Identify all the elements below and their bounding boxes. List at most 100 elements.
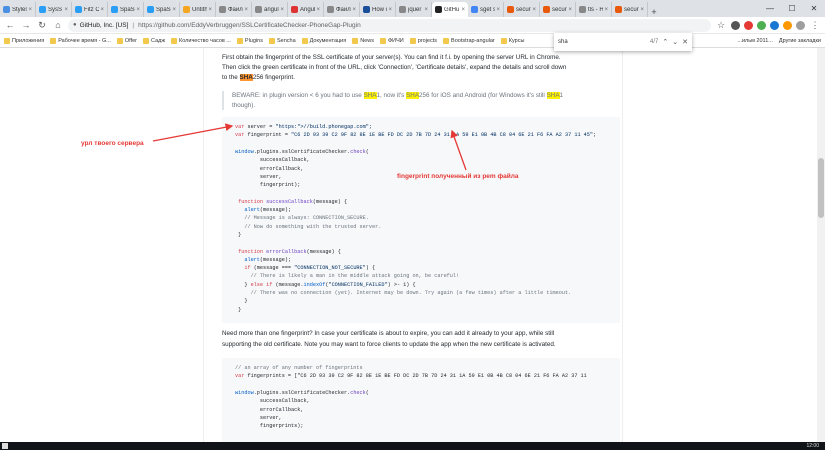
browser-tab[interactable]: Файл × [216, 2, 252, 17]
tab-title: Fitz C [84, 6, 100, 13]
home-button[interactable]: ⌂ [52, 19, 64, 31]
bookmark-item[interactable]: Sencha [268, 37, 296, 44]
profile-avatar[interactable] [796, 20, 805, 30]
bookmark-item[interactable]: projects [409, 37, 437, 44]
folder-icon [380, 37, 386, 44]
tab-favicon-icon [615, 6, 622, 13]
back-button[interactable]: ← [4, 19, 16, 31]
tab-title: securi [552, 6, 568, 13]
bookmark-label: Plugins [244, 37, 263, 44]
tab-close-icon[interactable]: × [100, 7, 104, 13]
find-next-icon[interactable]: ⌄ [672, 38, 678, 46]
window-controls: — ☐ ✕ [759, 0, 825, 17]
tab-favicon-icon [363, 6, 370, 13]
browser-tab[interactable]: securi × [504, 2, 540, 17]
browser-tab[interactable]: jquer × [396, 2, 432, 17]
tab-close-icon[interactable]: × [244, 7, 248, 13]
bookmark-item[interactable]: ФИЧИ [380, 37, 404, 44]
folder-icon [301, 37, 308, 44]
bookmark-item[interactable]: Курсы [500, 37, 524, 44]
browser-tab[interactable]: sget s × [468, 2, 504, 17]
tab-close-icon[interactable]: × [64, 7, 68, 13]
tab-close-icon[interactable]: × [280, 7, 284, 13]
bookmark-star-icon[interactable]: ☆ [715, 19, 727, 31]
maximize-button[interactable]: ☐ [781, 0, 803, 17]
browser-tab[interactable]: GitHu × [432, 2, 468, 17]
bookmark-item[interactable]: Offer [116, 37, 137, 44]
bookmark-item[interactable]: Садж [143, 37, 166, 44]
tab-close-icon[interactable]: × [640, 7, 644, 13]
bookmark-item[interactable]: Документация [301, 37, 346, 44]
bookmark-label: News [360, 37, 374, 44]
page-scrollbar[interactable] [817, 48, 825, 442]
browser-tab[interactable]: Angul × [288, 2, 324, 17]
bookmark-item[interactable]: Рабочее время - G... [50, 37, 111, 44]
tab-close-icon[interactable]: × [532, 7, 536, 13]
extension-icon[interactable] [731, 20, 740, 30]
browser-tab[interactable]: Styles × [0, 2, 36, 17]
browser-tab[interactable]: tls - H × [576, 2, 612, 17]
browser-tab[interactable]: securi × [540, 2, 576, 17]
annotation-arrow [152, 123, 234, 142]
bookmark-item[interactable]: ...ильм 2011... [737, 38, 772, 44]
browser-tab[interactable]: securi × [612, 2, 648, 17]
bookmark-item[interactable]: Количество часов ... [171, 37, 231, 44]
tab-favicon-icon [435, 6, 442, 13]
new-tab-button[interactable]: + [648, 7, 660, 17]
tab-strip: Styles×SysS×Fitz C×SpaSc×SpaSc×Untith×Фа… [0, 0, 825, 17]
start-icon[interactable] [2, 443, 8, 449]
find-close-icon[interactable]: ✕ [682, 38, 688, 46]
tab-close-icon[interactable]: × [604, 7, 608, 13]
browser-tab[interactable]: angul × [252, 2, 288, 17]
tab-close-icon[interactable]: × [316, 7, 320, 13]
browser-tab[interactable]: Untith × [180, 2, 216, 17]
forward-button[interactable]: → [20, 19, 32, 31]
folder-icon [143, 37, 150, 44]
bookmark-label: Садж [151, 37, 166, 44]
tab-close-icon[interactable]: × [424, 7, 428, 13]
browser-tab[interactable]: How c × [360, 2, 396, 17]
extension-icon[interactable] [757, 20, 766, 30]
find-input[interactable]: sha [558, 39, 646, 45]
bookmark-item[interactable]: Plugins [236, 37, 263, 44]
url-text: https://github.com/EddyVerbruggen/SSLCer… [138, 21, 361, 29]
bookmark-item[interactable]: Другие закладки [779, 38, 821, 44]
extension-icon[interactable] [783, 20, 792, 30]
browser-toolbar: ← → ↻ ⌂ ● GitHub, Inc. [US] | https://gi… [0, 17, 825, 34]
tab-close-icon[interactable]: × [136, 7, 140, 13]
minimize-button[interactable]: — [759, 0, 781, 17]
scrollbar-thumb[interactable] [818, 158, 824, 218]
tab-close-icon[interactable]: × [352, 7, 356, 13]
address-bar[interactable]: ● GitHub, Inc. [US] | https://github.com… [68, 18, 711, 32]
tab-favicon-icon [147, 6, 154, 13]
browser-tab[interactable]: Файл × [324, 2, 360, 17]
extension-icon[interactable] [770, 20, 779, 30]
menu-icon[interactable]: ⋮ [809, 19, 821, 31]
tab-close-icon[interactable]: × [461, 7, 465, 13]
bookmark-item[interactable]: News [352, 37, 374, 44]
bookmark-item[interactable]: Приложения [4, 37, 45, 44]
tab-close-icon[interactable]: × [208, 7, 212, 13]
reload-button[interactable]: ↻ [36, 19, 48, 31]
tab-close-icon[interactable]: × [172, 7, 176, 13]
bookmark-item[interactable]: Bootstrap-angular [443, 37, 495, 44]
browser-tab[interactable]: SpaSc× [108, 2, 144, 17]
bookmark-label: Приложения [12, 37, 45, 44]
folder-icon [352, 37, 359, 44]
browser-tab[interactable]: SysS × [36, 2, 72, 17]
tab-close-icon[interactable]: × [568, 7, 572, 13]
browser-tab[interactable]: SpaSc× [144, 2, 180, 17]
tab-close-icon[interactable]: × [28, 7, 32, 13]
browser-tab[interactable]: Fitz C × [72, 2, 108, 17]
find-previous-icon[interactable]: ⌃ [662, 38, 668, 46]
tab-title: sget s [480, 6, 496, 13]
tab-favicon-icon [399, 6, 406, 13]
close-window-button[interactable]: ✕ [803, 0, 825, 17]
folder-icon [171, 37, 178, 44]
folder-icon [50, 37, 57, 44]
find-match-count: 4/7 [650, 39, 659, 45]
tab-close-icon[interactable]: × [496, 7, 500, 13]
tab-favicon-icon [75, 6, 82, 13]
extension-icon[interactable] [744, 20, 753, 30]
tab-close-icon[interactable]: × [388, 7, 392, 13]
